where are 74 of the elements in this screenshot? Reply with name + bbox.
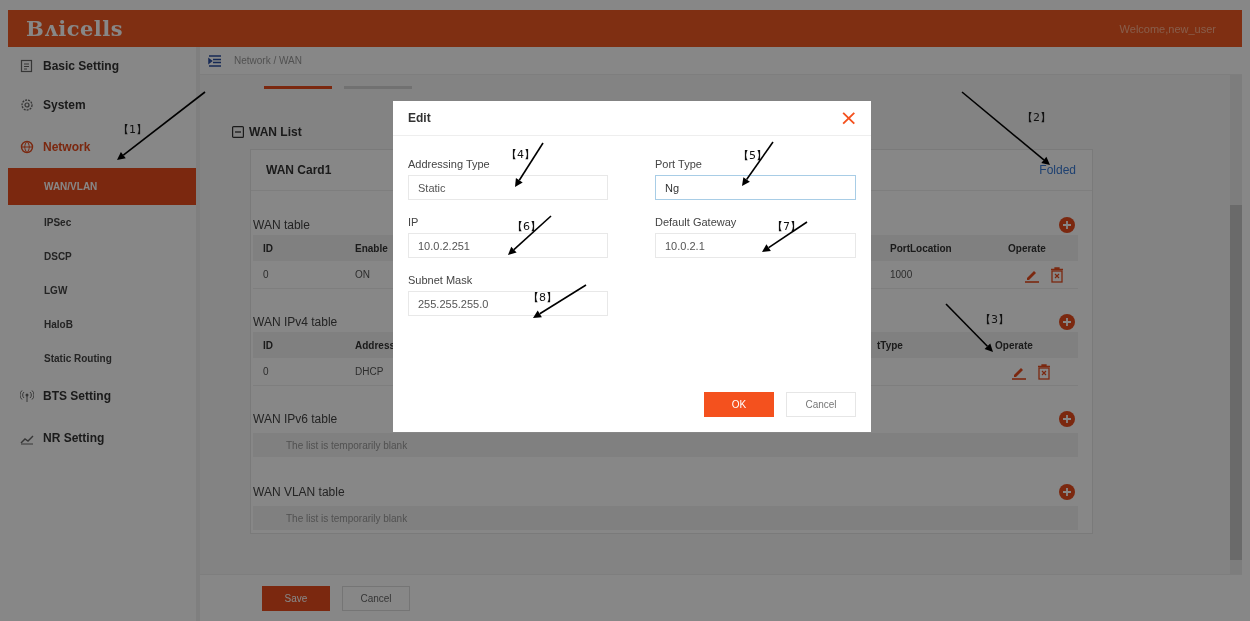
table-cell-text: 0 — [263, 268, 269, 282]
add-icon[interactable] — [1059, 314, 1075, 330]
sidebar-item[interactable]: Network — [8, 126, 97, 168]
sidebar-item[interactable]: BTS Setting — [8, 375, 117, 417]
field-label: Subnet Mask — [408, 273, 473, 288]
annotation-label: 【2】 — [1022, 110, 1051, 125]
close-button[interactable]: × — [839, 108, 858, 128]
table-cell-text: 1000 — [890, 268, 913, 282]
field-label: Default Gateway — [655, 215, 737, 230]
delete-icon[interactable] — [1037, 363, 1051, 380]
table-title: WAN IPv6 table — [253, 412, 338, 426]
menu-icon — [208, 54, 222, 67]
annotation-label: 【7】 — [772, 219, 801, 234]
table-title: WAN VLAN table — [253, 485, 345, 499]
sidebar-subitem[interactable]: DSCP — [8, 239, 196, 273]
sidebar-item[interactable]: System — [8, 84, 92, 126]
annotation-arrow — [508, 215, 552, 255]
field-label: Addressing Type — [408, 157, 490, 172]
column-header: tType — [877, 338, 903, 353]
card-title: WAN Card1 — [266, 163, 332, 177]
table-cell-text: DHCP — [355, 365, 384, 379]
section-title: WAN List — [249, 125, 302, 139]
document-icon — [20, 58, 34, 73]
sidebar-item[interactable]: Basic Setting — [8, 47, 126, 84]
annotation-label: 【1】 — [118, 122, 147, 137]
column-header: Address — [355, 338, 395, 353]
column-header: PortLocation — [890, 241, 952, 256]
cancel-button[interactable]: Cancel — [786, 392, 856, 417]
annotation-arrow — [762, 221, 808, 252]
field-label: Port Type — [655, 157, 702, 172]
column-header: ID — [263, 241, 273, 256]
globe-icon — [20, 140, 34, 154]
fold-link[interactable]: Folded — [1039, 163, 1076, 177]
delete-icon[interactable] — [1050, 266, 1064, 283]
table-cell-text: 0 — [263, 365, 269, 379]
annotation-label: 【8】 — [528, 290, 557, 305]
column-header: Operate — [995, 338, 1033, 353]
input-field[interactable]: 10.0.2.251 — [408, 233, 608, 258]
annotation-label: 【6】 — [512, 219, 541, 234]
field-label: IP — [408, 215, 419, 230]
table-title: WAN table — [253, 218, 310, 232]
annotation-arrow — [742, 141, 774, 186]
sidebar-subitem[interactable]: Static Routing — [8, 341, 196, 375]
add-icon[interactable] — [1059, 217, 1075, 233]
gear-icon — [20, 98, 34, 112]
annotation-label: 【4】 — [506, 147, 535, 162]
annotation-arrow — [533, 284, 587, 318]
cancel-button[interactable]: Cancel — [342, 585, 410, 611]
add-icon[interactable] — [1059, 484, 1075, 500]
dialog-title: Edit — [408, 111, 431, 125]
logo: Bʌicells — [26, 16, 124, 41]
annotation-label: 【3】 — [980, 312, 1009, 327]
welcome-text: Welcome,new_user — [1119, 22, 1216, 35]
save-button[interactable]: Save — [262, 585, 330, 611]
annotation-arrow — [945, 303, 993, 352]
input-field[interactable]: Ng — [655, 175, 856, 200]
column-header: Operate — [1008, 241, 1046, 256]
annotation-label: 【5】 — [738, 148, 767, 163]
collapse-icon — [232, 126, 244, 138]
column-header: Enable — [355, 241, 388, 256]
input-field[interactable]: Static — [408, 175, 608, 200]
add-icon[interactable] — [1059, 411, 1075, 427]
sidebar-subitem[interactable]: LGW — [8, 273, 196, 307]
column-header: ID — [263, 338, 273, 353]
table-cell-text: ON — [355, 268, 370, 282]
ok-button[interactable]: OK — [704, 392, 774, 417]
antenna-icon — [20, 389, 34, 403]
sidebar-subitem[interactable]: WAN/VLAN — [8, 168, 196, 205]
annotation-arrow — [515, 142, 544, 187]
input-field[interactable]: 10.0.2.1 — [655, 233, 856, 258]
sidebar-subitem[interactable]: IPSec — [8, 205, 196, 239]
sidebar-subitem[interactable]: HaloB — [8, 307, 196, 341]
sidebar-item[interactable]: NR Setting — [8, 417, 111, 459]
table-title: WAN IPv4 table — [253, 315, 338, 329]
